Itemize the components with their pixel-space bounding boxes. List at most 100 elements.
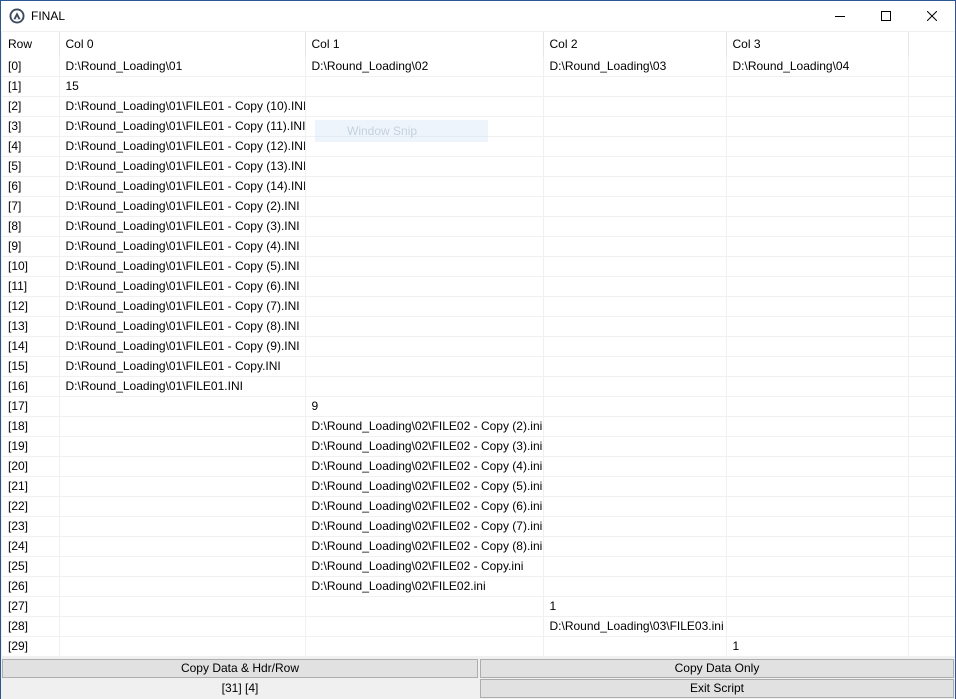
table-row[interactable]: [21] D:\Round_Loading\02\FILE02 - Copy (5… <box>2 476 955 497</box>
table-row[interactable]: [24] D:\Round_Loading\02\FILE02 - Copy (8… <box>2 536 955 557</box>
table-cell <box>543 376 727 397</box>
table-row[interactable]: [15] D:\Round_Loading\01\FILE01 - Copy.IN… <box>2 356 955 377</box>
table-cell <box>543 536 727 557</box>
table-cell <box>726 396 909 417</box>
table-cell <box>543 276 727 297</box>
row-index-cell: [21] <box>2 476 60 497</box>
table-cell: D:\Round_Loading\02\FILE02 - Copy (6).in… <box>305 496 544 517</box>
table-row[interactable]: [17] 9 <box>2 396 955 417</box>
row-index-cell: [15] <box>2 356 60 377</box>
maximize-button[interactable] <box>863 1 909 31</box>
table-row[interactable]: [18] D:\Round_Loading\02\FILE02 - Copy (2… <box>2 416 955 437</box>
row-filler-cell <box>908 316 955 337</box>
table-cell <box>59 416 306 437</box>
table-row[interactable]: [2] D:\Round_Loading\01\FILE01 - Copy (10… <box>2 96 955 117</box>
table-cell <box>305 176 544 197</box>
table-row[interactable]: [7] D:\Round_Loading\01\FILE01 - Copy (2)… <box>2 196 955 217</box>
table-cell <box>59 436 306 457</box>
minimize-button[interactable] <box>817 1 863 31</box>
table-cell <box>543 136 727 157</box>
row-index-cell: [18] <box>2 416 60 437</box>
table-cell <box>59 496 306 517</box>
table-row[interactable]: [22] D:\Round_Loading\02\FILE02 - Copy (6… <box>2 496 955 517</box>
row-filler-cell <box>908 336 955 357</box>
copy-data-hdr-button[interactable]: Copy Data & Hdr/Row <box>2 659 478 678</box>
table-cell <box>305 636 544 657</box>
table-cell <box>305 96 544 117</box>
table-row[interactable]: [16] D:\Round_Loading\01\FILE01.INI <box>2 376 955 397</box>
table-cell <box>543 216 727 237</box>
column-header[interactable]: Col 0 <box>59 32 306 57</box>
table-row[interactable]: [1] 15 <box>2 76 955 97</box>
table-row[interactable]: [9] D:\Round_Loading\01\FILE01 - Copy (4)… <box>2 236 955 257</box>
array-listview[interactable]: Row Col 0 Col 1 Col 2 Col 3 [0] D:\Round_… <box>2 32 955 657</box>
exit-script-button[interactable]: Exit Script <box>480 679 954 698</box>
table-row[interactable]: [12] D:\Round_Loading\01\FILE01 - Copy (7… <box>2 296 955 317</box>
row-filler-cell <box>908 496 955 517</box>
table-cell <box>59 396 306 417</box>
row-filler-cell <box>908 436 955 457</box>
table-row[interactable]: [28] D:\Round_Loading\03\FILE03.ini <box>2 616 955 637</box>
table-row[interactable]: [0] D:\Round_Loading\01 D:\Round_Loading\0… <box>2 57 955 77</box>
table-row[interactable]: [19] D:\Round_Loading\02\FILE02 - Copy (3… <box>2 436 955 457</box>
window-title: FINAL <box>31 9 66 23</box>
table-cell: D:\Round_Loading\01\FILE01 - Copy (6).IN… <box>59 276 306 297</box>
table-cell <box>726 216 909 237</box>
row-index-cell: [24] <box>2 536 60 557</box>
column-header[interactable]: Col 2 <box>543 32 727 57</box>
table-cell <box>543 116 727 137</box>
table-row[interactable]: [26] D:\Round_Loading\02\FILE02.ini <box>2 576 955 597</box>
table-row[interactable]: [20] D:\Round_Loading\02\FILE02 - Copy (4… <box>2 456 955 477</box>
window-snip-ghost: Window Snip <box>315 120 488 142</box>
table-cell <box>726 76 909 97</box>
table-cell <box>305 196 544 217</box>
row-index-cell: [5] <box>2 156 60 177</box>
table-cell <box>726 156 909 177</box>
table-row[interactable]: [14] D:\Round_Loading\01\FILE01 - Copy (9… <box>2 336 955 357</box>
table-cell <box>726 416 909 437</box>
table-row[interactable]: [5] D:\Round_Loading\01\FILE01 - Copy (13… <box>2 156 955 177</box>
column-header[interactable]: Col 3 <box>726 32 909 57</box>
table-row[interactable]: [25] D:\Round_Loading\02\FILE02 - Copy.in… <box>2 556 955 577</box>
table-row[interactable]: [11] D:\Round_Loading\01\FILE01 - Copy (6… <box>2 276 955 297</box>
row-filler-cell <box>908 96 955 117</box>
copy-data-only-button[interactable]: Copy Data Only <box>480 659 954 678</box>
table-cell: D:\Round_Loading\01\FILE01 - Copy (3).IN… <box>59 216 306 237</box>
table-cell <box>726 276 909 297</box>
row-filler-cell <box>908 616 955 637</box>
table-row[interactable]: [8] D:\Round_Loading\01\FILE01 - Copy (3)… <box>2 216 955 237</box>
table-cell: D:\Round_Loading\01\FILE01.INI <box>59 376 306 397</box>
table-row[interactable]: [29] 1 <box>2 636 955 657</box>
table-cell <box>726 436 909 457</box>
table-cell <box>543 296 727 317</box>
table-cell <box>543 196 727 217</box>
table-cell: D:\Round_Loading\03 <box>543 57 727 77</box>
table-cell <box>726 176 909 197</box>
table-row[interactable]: [23] D:\Round_Loading\02\FILE02 - Copy (7… <box>2 516 955 537</box>
table-cell <box>305 376 544 397</box>
table-cell <box>726 336 909 357</box>
table-cell <box>59 456 306 477</box>
row-index-cell: [10] <box>2 256 60 277</box>
row-filler-cell <box>908 376 955 397</box>
column-header[interactable]: Col 1 <box>305 32 544 57</box>
row-index-cell: [14] <box>2 336 60 357</box>
table-cell <box>726 456 909 477</box>
row-index-cell: [12] <box>2 296 60 317</box>
table-cell <box>726 576 909 597</box>
table-cell: D:\Round_Loading\02\FILE02 - Copy (7).in… <box>305 516 544 537</box>
table-row[interactable]: [6] D:\Round_Loading\01\FILE01 - Copy (14… <box>2 176 955 197</box>
table-cell <box>59 536 306 557</box>
table-row[interactable]: [13] D:\Round_Loading\01\FILE01 - Copy (8… <box>2 316 955 337</box>
close-button[interactable] <box>909 1 955 31</box>
column-header[interactable]: Row <box>2 32 60 57</box>
title-bar[interactable]: FINAL <box>1 1 955 31</box>
row-index-cell: [20] <box>2 456 60 477</box>
row-index-cell: [0] <box>2 57 60 77</box>
table-row[interactable]: [27] 1 <box>2 596 955 617</box>
table-cell <box>305 616 544 637</box>
row-index-cell: [3] <box>2 116 60 137</box>
table-cell: D:\Round_Loading\01\FILE01 - Copy.INI <box>59 356 306 377</box>
array-dimensions-label: [31] [4] <box>221 681 259 695</box>
table-row[interactable]: [10] D:\Round_Loading\01\FILE01 - Copy (5… <box>2 256 955 277</box>
